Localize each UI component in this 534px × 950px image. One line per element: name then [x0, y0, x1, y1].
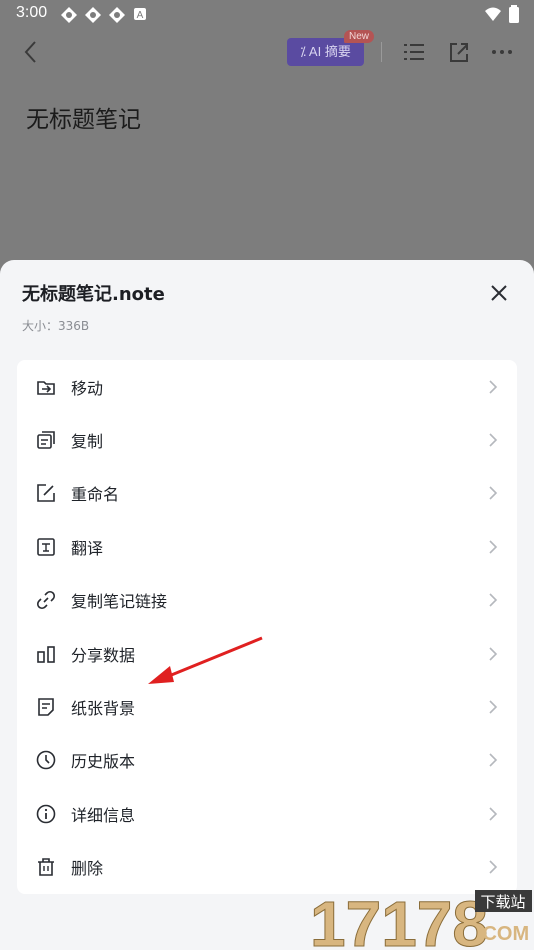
menu-item-label: 重命名	[71, 485, 120, 505]
chevron-right-icon	[489, 486, 498, 501]
app-notification-icon	[109, 7, 125, 23]
watermark-logo: 17178 下载站 .COM	[310, 888, 532, 950]
link-icon	[36, 591, 56, 610]
info-icon	[36, 804, 56, 824]
menu-item-copy[interactable]: 复制	[17, 413, 517, 466]
chevron-right-icon	[489, 860, 498, 874]
watermark-sub-top: 下载站	[480, 893, 525, 911]
sheet-title: 无标题笔记.note	[22, 284, 165, 305]
menu-item-label: 复制	[71, 432, 104, 452]
app-notification-icon	[61, 7, 77, 23]
menu-item-label: 分享数据	[71, 645, 136, 665]
menu-item-details[interactable]: 详细信息	[17, 787, 517, 840]
svg-text:A: A	[137, 10, 144, 21]
menu-item-label: 翻译	[71, 538, 104, 558]
nav-divider	[381, 42, 382, 62]
system-icons	[484, 5, 520, 23]
chevron-right-icon	[489, 807, 498, 821]
status-bar: 3:00 A	[0, 0, 534, 28]
chevron-right-icon	[489, 647, 498, 661]
a-app-icon: A	[134, 8, 146, 21]
menu-list: 移动 复制 重命名 翻译 复制笔记链接 分享数据 纸张背景 历史版本 详细信息 …	[17, 360, 517, 894]
menu-item-rename[interactable]: 重命名	[17, 467, 517, 520]
chevron-right-icon	[489, 380, 498, 394]
menu-item-label: 历史版本	[71, 752, 136, 772]
app-notification-icon	[85, 7, 101, 23]
more-icon[interactable]	[488, 38, 516, 66]
menu-item-label: 移动	[71, 378, 104, 398]
new-badge: New	[344, 30, 375, 43]
back-arrow-icon[interactable]	[18, 38, 46, 66]
outline-list-icon[interactable]	[400, 38, 428, 66]
red-annotation-arrow	[148, 636, 263, 684]
chevron-right-icon	[489, 540, 498, 554]
translate-icon	[37, 538, 55, 556]
wifi-icon	[485, 7, 501, 21]
note-title: 无标题笔记	[26, 107, 141, 133]
chevron-right-icon	[489, 433, 498, 447]
sparkle-icon: ⁒	[300, 44, 309, 59]
ai-summary-label: AI 摘要	[308, 44, 351, 59]
menu-item-translate[interactable]: 翻译	[17, 520, 517, 573]
chevron-right-icon	[489, 700, 498, 714]
chart-icon	[37, 645, 55, 663]
share-icon[interactable]	[445, 38, 473, 66]
menu-item-label: 删除	[71, 859, 104, 879]
note-options-sheet: 无标题笔记.note 大小：336B 移动 复制 重命名 翻译 复制笔记链接 分…	[0, 260, 534, 950]
notification-icons: A	[60, 6, 148, 24]
menu-item-move[interactable]: 移动	[17, 360, 517, 413]
menu-item-label: 纸张背景	[71, 699, 136, 719]
menu-item-history[interactable]: 历史版本	[17, 734, 517, 787]
chevron-right-icon	[489, 593, 498, 607]
copy-icon	[37, 431, 55, 449]
rename-icon	[37, 484, 55, 503]
close-icon[interactable]	[488, 282, 510, 304]
chevron-right-icon	[489, 753, 498, 768]
watermark-sub-bottom: .COM	[477, 923, 529, 945]
clock-icon	[36, 751, 56, 770]
site-watermark: 17178 下载站 .COM	[310, 880, 534, 950]
menu-item-label: 详细信息	[71, 805, 136, 825]
battery-icon	[509, 5, 519, 23]
file-size: 大小：336B	[22, 319, 90, 333]
status-time: 3:00	[16, 4, 48, 21]
move-icon	[37, 380, 55, 395]
paper-icon	[38, 698, 54, 716]
watermark-digits: 17178	[310, 888, 488, 950]
trash-icon	[38, 858, 54, 877]
menu-item-label: 复制笔记链接	[71, 592, 168, 612]
menu-item-copy-link[interactable]: 复制笔记链接	[17, 574, 517, 627]
top-nav: ⁒ AI 摘要 New	[0, 30, 534, 74]
